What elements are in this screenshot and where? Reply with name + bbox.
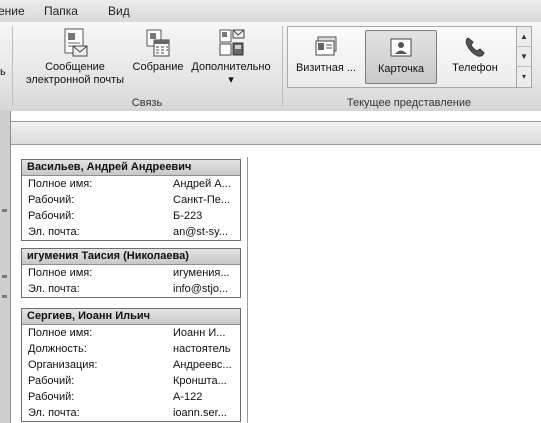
contact-field-row: Рабочий: Кроншта... — [22, 373, 240, 389]
field-label: Организация: — [28, 359, 98, 371]
contact-field-row: Полное имя: Иоанн И... — [22, 325, 240, 341]
group-communicate-title: Связь — [131, 97, 163, 109]
contact-field-row: Должность: настоятель — [22, 341, 240, 357]
contact-field-row: Полное имя: Андрей А... — [22, 176, 240, 192]
strip-mark — [2, 295, 7, 298]
gallery-more-button[interactable]: ▾ — [517, 67, 531, 86]
group-separator — [282, 26, 283, 106]
meeting-label: Собрание — [132, 61, 184, 73]
field-label: Эл. почта: — [28, 283, 80, 295]
field-label: Рабочий: — [28, 391, 75, 403]
field-label: Полное имя: — [28, 267, 93, 279]
menu-bar: ение Папка Вид — [0, 0, 541, 23]
email-message-label-2: электронной почты — [25, 74, 125, 86]
column-divider[interactable] — [247, 157, 248, 423]
field-value: Иоанн И... — [173, 327, 226, 339]
strip-mark — [2, 209, 7, 212]
contact-field-row: Полное имя: игумения... — [22, 265, 240, 281]
contact-field-row: Эл. почта: an@st-sy... — [22, 224, 240, 240]
group-communicate: Сообщение электронной почты Собрание Доп… — [13, 22, 281, 111]
email-message-button[interactable]: Сообщение электронной почты — [17, 28, 133, 87]
view-phone-label: Телефон — [452, 62, 498, 74]
contact-field-row: Эл. почта: ioann.ser... — [22, 405, 240, 421]
field-label: Эл. почта: — [28, 226, 80, 238]
meeting-icon — [146, 29, 170, 57]
field-label: Эл. почта: — [28, 407, 80, 419]
gallery-scroll-down-button[interactable]: ▼ — [517, 47, 531, 67]
field-label: Полное имя: — [28, 178, 93, 190]
field-value: игумения... — [173, 267, 230, 279]
navigation-pane-strip[interactable] — [0, 111, 11, 423]
current-view-gallery: Визитная ... Карточка Телефон — [287, 26, 517, 88]
business-card-icon — [315, 36, 337, 56]
group-view-title: Текущее представление — [346, 97, 472, 109]
view-business-card[interactable]: Визитная ... — [291, 30, 361, 82]
contact-card-title[interactable]: Васильев, Андрей Андреевич — [22, 160, 240, 176]
field-value: Санкт-Пе... — [173, 194, 231, 206]
more-button[interactable]: Дополнительно ▾ — [185, 28, 277, 87]
ribbon-left-stub[interactable]: ь — [0, 66, 6, 79]
field-label: Рабочий: — [28, 375, 75, 387]
contact-field-row: Рабочий: Санкт-Пе... — [22, 192, 240, 208]
email-message-icon — [64, 28, 88, 57]
contact-field-row: Рабочий: Б-223 — [22, 208, 240, 224]
contact-field-row: Организация: Андреевс... — [22, 357, 240, 373]
contact-field-row: Эл. почта: info@stjo... — [22, 281, 240, 297]
field-label: Должность: — [28, 343, 87, 355]
gallery-scroller: ▲ ▼ ▾ — [516, 26, 532, 88]
contacts-view: Васильев, Андрей Андреевич Полное имя: Ан… — [11, 111, 541, 423]
contact-card-title[interactable]: Сергиев, Иоанн Ильич — [22, 309, 240, 325]
field-value: А-122 — [173, 391, 203, 403]
more-icon — [219, 29, 245, 56]
view-phone[interactable]: Телефон — [440, 30, 510, 82]
contact-card-title[interactable]: игумения Таисия (Николаева) — [22, 249, 240, 265]
menu-item-message[interactable]: ение — [0, 4, 25, 18]
phone-icon — [465, 37, 485, 57]
view-card[interactable]: Карточка — [365, 30, 437, 84]
field-value: Кроншта... — [173, 375, 227, 387]
contact-card[interactable]: Сергиев, Иоанн Ильич Полное имя: Иоанн И.… — [21, 308, 241, 422]
strip-mark — [2, 275, 7, 278]
field-value: an@st-sy... — [173, 226, 228, 238]
gallery-scroll-up-button[interactable]: ▲ — [517, 27, 531, 47]
email-message-label-1: Сообщение — [45, 61, 105, 73]
field-label: Рабочий: — [28, 210, 75, 222]
field-label: Рабочий: — [28, 194, 75, 206]
view-business-card-label: Визитная ... — [295, 62, 357, 74]
ribbon: ь Сообщение электронной почты Собрание Д… — [0, 22, 541, 112]
view-header-bar — [11, 121, 541, 145]
more-label: Дополнительно — [191, 61, 271, 73]
menu-item-folder[interactable]: Папка — [44, 4, 78, 18]
meeting-button[interactable]: Собрание — [129, 28, 187, 74]
field-value: ioann.ser... — [173, 407, 227, 419]
field-label: Полное имя: — [28, 327, 93, 339]
field-value: info@stjo... — [173, 283, 229, 295]
contact-card[interactable]: игумения Таисия (Николаева) Полное имя: и… — [21, 248, 241, 298]
chevron-down-icon: ▾ — [228, 74, 234, 86]
contact-card-icon — [390, 38, 412, 57]
field-value: Андрей А... — [173, 178, 231, 190]
menu-item-view[interactable]: Вид — [108, 4, 130, 18]
contact-card[interactable]: Васильев, Андрей Андреевич Полное имя: Ан… — [21, 159, 241, 241]
field-value: настоятель — [173, 343, 231, 355]
view-card-label: Карточка — [377, 63, 425, 75]
field-value: Б-223 — [173, 210, 203, 222]
field-value: Андреевс... — [173, 359, 232, 371]
contact-field-row: Рабочий: А-122 — [22, 389, 240, 405]
